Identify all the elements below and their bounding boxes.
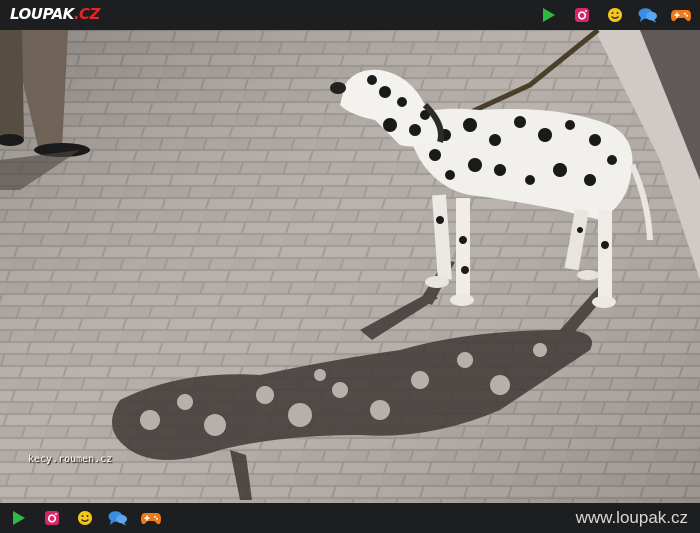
instagram-icon[interactable] — [571, 4, 593, 26]
play-icon[interactable] — [538, 4, 560, 26]
top-bar: LOUPAK.CZ — [0, 0, 700, 30]
photo-illustration — [0, 30, 700, 503]
chat-bubbles-icon[interactable] — [637, 4, 659, 26]
play-icon[interactable] — [8, 507, 30, 529]
logo-suffix-text: .CZ — [73, 5, 101, 23]
gamepad-icon[interactable] — [670, 4, 692, 26]
site-url-link[interactable]: www.loupak.cz — [576, 508, 688, 528]
instagram-icon[interactable] — [41, 507, 63, 529]
smiley-icon[interactable] — [74, 507, 96, 529]
top-icon-group — [538, 4, 692, 26]
dalmatian-photo: kecy.roumen.cz — [0, 30, 700, 503]
bottom-bar: www.loupak.cz — [0, 503, 700, 533]
bottom-icon-group — [8, 507, 162, 529]
gamepad-icon[interactable] — [140, 507, 162, 529]
site-logo[interactable]: LOUPAK.CZ — [10, 5, 100, 23]
smiley-icon[interactable] — [604, 4, 626, 26]
chat-bubbles-icon[interactable] — [107, 507, 129, 529]
logo-main-text: LOUPAK — [10, 5, 74, 23]
watermark-text: kecy.roumen.cz — [28, 454, 113, 465]
